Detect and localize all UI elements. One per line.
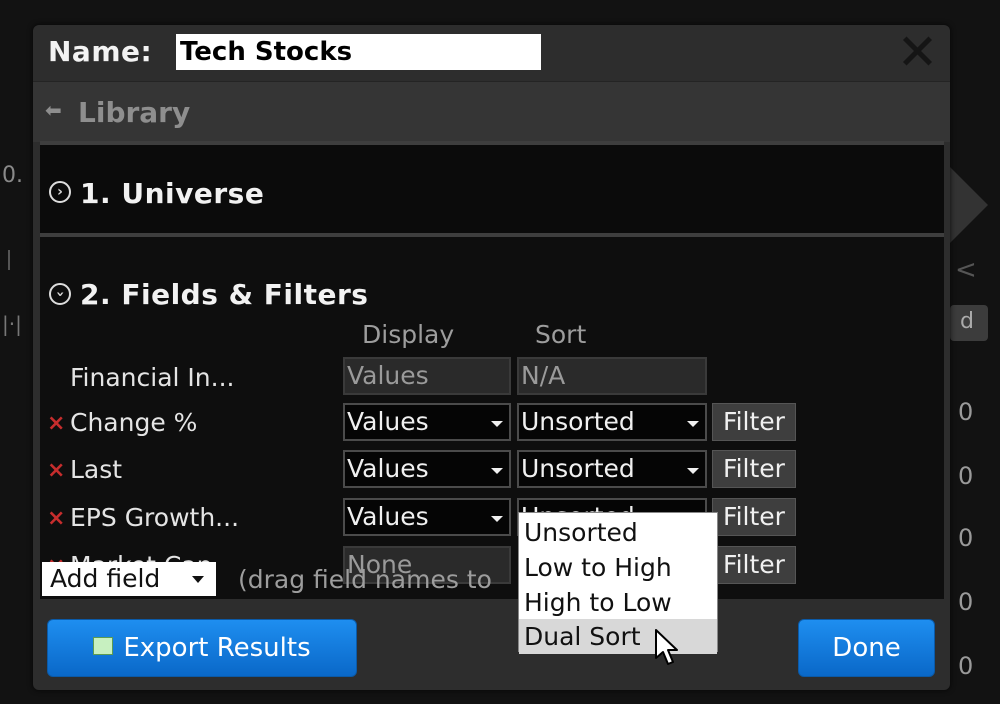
caret-down-icon (491, 468, 503, 474)
mouse-cursor-icon (655, 629, 678, 665)
done-button[interactable]: Done (798, 619, 935, 677)
display-select-value: Values (347, 502, 429, 531)
display-select-value: Values (347, 407, 429, 436)
background-value: 0 (958, 462, 974, 490)
remove-field-icon[interactable]: × (47, 458, 65, 483)
caret-down-icon (192, 576, 204, 583)
chevron-left-icon: < (955, 255, 977, 285)
close-icon[interactable] (895, 29, 939, 73)
caret-down-icon (491, 421, 503, 427)
sort-option-high-to-low[interactable]: High to Low (519, 585, 717, 620)
field-label: Last (70, 455, 123, 484)
background-value: 0 (958, 524, 974, 552)
sort-select[interactable]: Unsorted (517, 450, 707, 488)
sort-dropdown-menu: Unsorted Low to High High to Low Dual So… (518, 512, 718, 654)
background-value: 0 (958, 398, 974, 426)
chevron-down-circle-icon[interactable]: › (49, 283, 71, 305)
sort-select[interactable]: Unsorted (517, 403, 707, 441)
display-select[interactable]: Values (343, 498, 511, 536)
screen-editor-dialog: Name: ⬅ Library › 1. Universe › 2. Field… (33, 25, 950, 690)
sort-option-unsorted[interactable]: Unsorted (519, 515, 717, 550)
caret-down-icon (687, 421, 699, 427)
library-label: Library (78, 96, 191, 129)
name-label: Name: (48, 35, 153, 68)
filter-button[interactable]: Filter (712, 546, 796, 584)
column-header-sort: Sort (535, 320, 587, 349)
display-select-value: Values (347, 454, 429, 483)
sort-option-low-to-high[interactable]: Low to High (519, 550, 717, 585)
sort-select-value: Unsorted (521, 454, 635, 483)
screen-content: › 1. Universe › 2. Fields & Filters Disp… (40, 141, 944, 599)
chevron-right-circle-icon: › (49, 181, 71, 203)
background-panel-arrow (948, 165, 988, 245)
universe-title: 1. Universe (80, 177, 265, 210)
display-select: Values (343, 357, 511, 395)
remove-field-icon[interactable]: × (47, 506, 65, 531)
fields-filters-title: 2. Fields & Filters (80, 278, 369, 311)
filter-button[interactable]: Filter (712, 403, 796, 441)
remove-field-icon[interactable]: × (47, 411, 65, 436)
sort-option-dual-sort[interactable]: Dual Sort (519, 619, 717, 654)
column-header-display: Display (362, 320, 455, 349)
filter-button[interactable]: Filter (712, 450, 796, 488)
add-field-select[interactable]: Add field (42, 562, 216, 596)
sort-select: N/A (517, 357, 707, 395)
spreadsheet-icon (93, 636, 114, 655)
filter-button[interactable]: Filter (712, 498, 796, 536)
name-input[interactable] (176, 34, 541, 70)
field-label: Financial In... (70, 363, 235, 392)
caret-down-icon (491, 516, 503, 522)
field-label: Change % (70, 408, 198, 437)
background-number: 0. (2, 163, 23, 188)
display-select[interactable]: Values (343, 403, 511, 441)
background-resize-handle: |·| (2, 312, 22, 336)
field-label: EPS Growth... (70, 503, 240, 532)
export-results-button[interactable]: Export Results (47, 619, 357, 677)
arrow-left-icon: ⬅ (45, 98, 62, 122)
drag-hint-text: (drag field names to (238, 565, 492, 594)
background-value: 0 (958, 588, 974, 616)
library-back-link[interactable]: ⬅ Library (33, 81, 950, 142)
caret-down-icon (687, 468, 699, 474)
sort-select-value: Unsorted (521, 407, 635, 436)
background-button[interactable]: d (950, 305, 988, 341)
export-results-label: Export Results (123, 633, 311, 663)
dialog-header: Name: (33, 25, 950, 81)
display-select[interactable]: Values (343, 450, 511, 488)
background-value: 0 (958, 652, 974, 680)
add-field-label: Add field (50, 564, 161, 593)
section-universe[interactable]: › 1. Universe (40, 141, 944, 237)
background-divider (0, 250, 10, 270)
